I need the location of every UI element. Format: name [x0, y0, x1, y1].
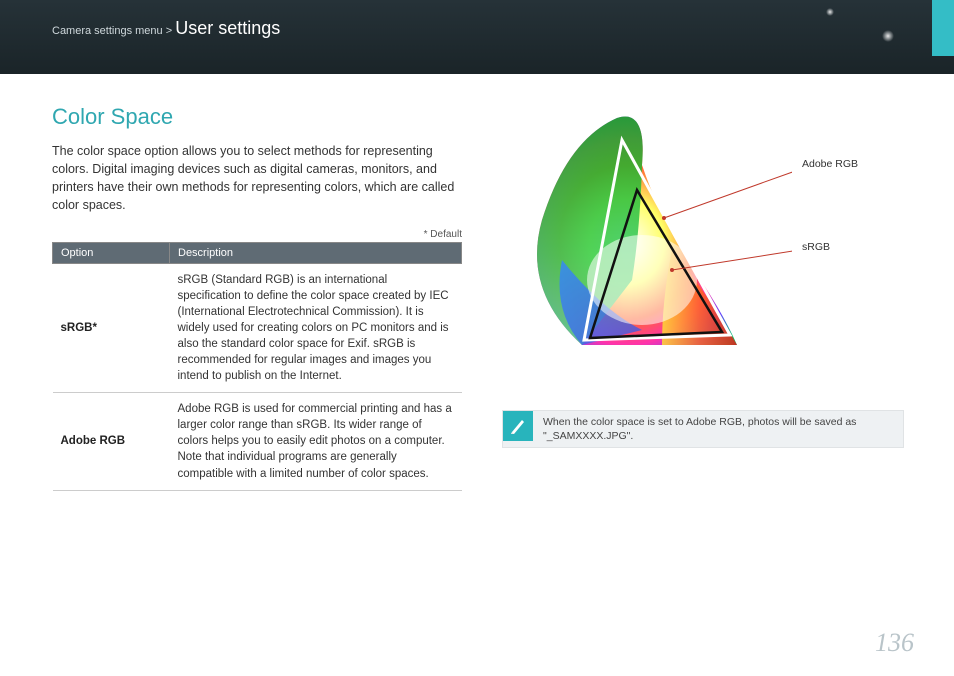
note-box: When the color space is set to Adobe RGB…	[502, 410, 904, 448]
cell-option: sRGB*	[53, 263, 170, 393]
note-icon	[503, 411, 533, 441]
intro-text: The color space option allows you to sel…	[52, 142, 462, 215]
breadcrumb-prefix: Camera settings menu >	[52, 25, 172, 37]
note-text: When the color space is set to Adobe RGB…	[533, 411, 903, 447]
th-description: Description	[170, 242, 462, 263]
color-gamut-diagram: Adobe RGB sRGB	[512, 110, 792, 370]
content-area: Color Space The color space option allow…	[0, 74, 954, 491]
breadcrumb: Camera settings menu > User settings	[52, 25, 280, 37]
left-column: Color Space The color space option allow…	[52, 104, 462, 491]
cell-option: Adobe RGB	[53, 393, 170, 490]
default-note: * Default	[52, 229, 462, 240]
page-header: Camera settings menu > User settings	[0, 0, 954, 74]
sparkle-icon	[826, 8, 834, 16]
sparkle-icon	[882, 30, 894, 42]
page-number: 136	[875, 628, 914, 658]
label-srgb: sRGB	[802, 241, 830, 253]
cell-description: Adobe RGB is used for commercial printin…	[170, 393, 462, 490]
section-title: Color Space	[52, 104, 462, 130]
cell-description: sRGB (Standard RGB) is an international …	[170, 263, 462, 393]
table-row: Adobe RGB Adobe RGB is used for commerci…	[53, 393, 462, 490]
label-adobe-rgb: Adobe RGB	[802, 158, 858, 170]
right-column: Adobe RGB sRGB When the color space is s…	[502, 104, 904, 491]
options-table: Option Description sRGB* sRGB (Standard …	[52, 242, 462, 491]
accent-bar	[932, 0, 954, 56]
table-row: sRGB* sRGB (Standard RGB) is an internat…	[53, 263, 462, 393]
th-option: Option	[53, 242, 170, 263]
breadcrumb-title: User settings	[175, 18, 280, 38]
gamut-svg	[512, 110, 792, 370]
